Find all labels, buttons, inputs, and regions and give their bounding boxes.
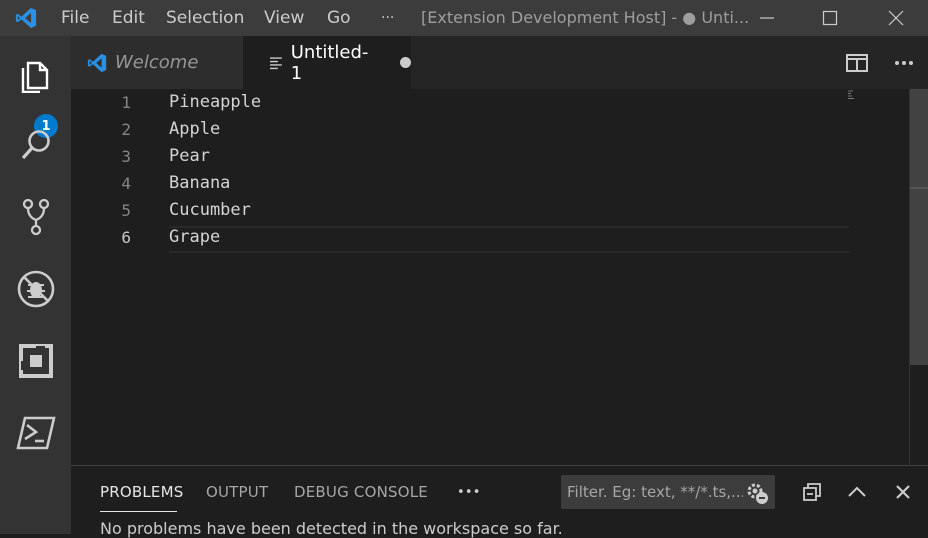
editor-scrollbar[interactable] (909, 89, 928, 465)
menu-selection[interactable]: Selection (166, 0, 244, 36)
tab-welcome[interactable]: Welcome (71, 36, 243, 89)
line-number: 5 (121, 201, 131, 220)
line-text[interactable]: Pear (169, 143, 210, 170)
minimize-button[interactable] (742, 0, 792, 36)
line-text[interactable]: Apple (169, 116, 220, 143)
explorer-icon (21, 61, 48, 93)
code-line[interactable]: 4 Banana (71, 170, 851, 197)
split-editor-button[interactable] (837, 36, 877, 89)
collapse-all-button[interactable] (796, 476, 828, 508)
line-number: 3 (121, 147, 131, 166)
code-line[interactable]: 5 Cucumber (71, 197, 851, 224)
tab-untitled-label: Untitled-1 (290, 41, 369, 84)
close-panel-button[interactable] (887, 476, 919, 508)
text-file-icon (269, 56, 282, 69)
activity-debug[interactable] (0, 258, 71, 320)
activity-extensions[interactable] (0, 330, 71, 392)
tab-untitled-1[interactable]: Untitled-1 (243, 36, 411, 89)
scrollbar-thumb[interactable] (910, 89, 928, 365)
code-editor[interactable]: 1 Pineapple 2 Apple 3 Pear 4 Banana 5 Cu… (71, 89, 928, 465)
code-line-active[interactable]: 6 Grape (71, 224, 851, 251)
tab-welcome-label: Welcome (115, 52, 199, 73)
close-window-button[interactable] (871, 0, 921, 36)
activity-explorer[interactable] (0, 44, 71, 106)
close-icon (888, 10, 904, 26)
minimize-icon (760, 17, 774, 19)
menu-file[interactable]: File (61, 0, 89, 36)
scrollbar-cursor-marker (910, 187, 928, 189)
debug-icon (17, 270, 54, 308)
tab-debug-console[interactable]: DEBUG CONSOLE (294, 483, 428, 501)
powershell-icon (15, 416, 56, 450)
menu-edit[interactable]: Edit (112, 0, 145, 36)
maximize-button[interactable] (805, 0, 855, 36)
vscode-tab-icon (87, 53, 107, 72)
activity-powershell[interactable] (0, 402, 71, 464)
unsaved-indicator[interactable] (400, 57, 411, 68)
editor-tab-bar: Welcome Untitled-1 (71, 36, 928, 89)
window-title: [Extension Development Host] - ● Unti... (421, 8, 750, 27)
split-editor-icon (846, 53, 868, 72)
collapse-all-icon (803, 483, 821, 501)
active-tab-underline (100, 511, 177, 512)
chevron-up-icon (848, 486, 866, 497)
line-number: 6 (121, 228, 131, 247)
menu-more[interactable]: ··· (381, 0, 394, 36)
maximize-panel-button[interactable] (841, 476, 873, 508)
minimap-icon[interactable] (848, 90, 856, 100)
tab-problems[interactable]: PROBLEMS (100, 483, 183, 501)
tab-output[interactable]: OUTPUT (206, 483, 268, 501)
filter-settings-icon[interactable] (745, 481, 769, 505)
activity-bar: 1 (0, 36, 71, 534)
code-line[interactable]: 2 Apple (71, 116, 851, 143)
line-text[interactable]: Grape (169, 224, 220, 251)
maximize-icon (822, 10, 838, 26)
search-icon (21, 130, 50, 160)
menu-view[interactable]: View (264, 0, 304, 36)
code-line[interactable]: 1 Pineapple (71, 89, 851, 116)
problems-message: No problems have been detected in the wo… (100, 519, 563, 538)
problems-filter (561, 475, 775, 509)
line-text[interactable]: Banana (169, 170, 230, 197)
more-actions-icon (895, 60, 913, 65)
close-icon (896, 485, 910, 499)
problems-filter-input[interactable] (567, 475, 743, 509)
panel-more-tabs[interactable]: ••• (457, 485, 481, 500)
line-number: 2 (121, 120, 131, 139)
vscode-logo-icon (15, 7, 37, 29)
activity-source-control[interactable] (0, 186, 71, 248)
activity-search[interactable] (0, 114, 71, 176)
editor-more-actions-button[interactable] (884, 36, 924, 89)
extensions-icon (18, 344, 53, 378)
title-bar: File Edit Selection View Go ··· [Extensi… (0, 0, 928, 36)
bottom-panel: PROBLEMS OUTPUT DEBUG CONSOLE ••• No pro… (71, 465, 928, 538)
line-text[interactable]: Cucumber (169, 197, 251, 224)
source-control-icon (22, 198, 49, 236)
code-line[interactable]: 3 Pear (71, 143, 851, 170)
line-text[interactable]: Pineapple (169, 89, 261, 116)
line-number: 4 (121, 174, 131, 193)
menu-go[interactable]: Go (327, 0, 351, 36)
line-number: 1 (121, 93, 131, 112)
